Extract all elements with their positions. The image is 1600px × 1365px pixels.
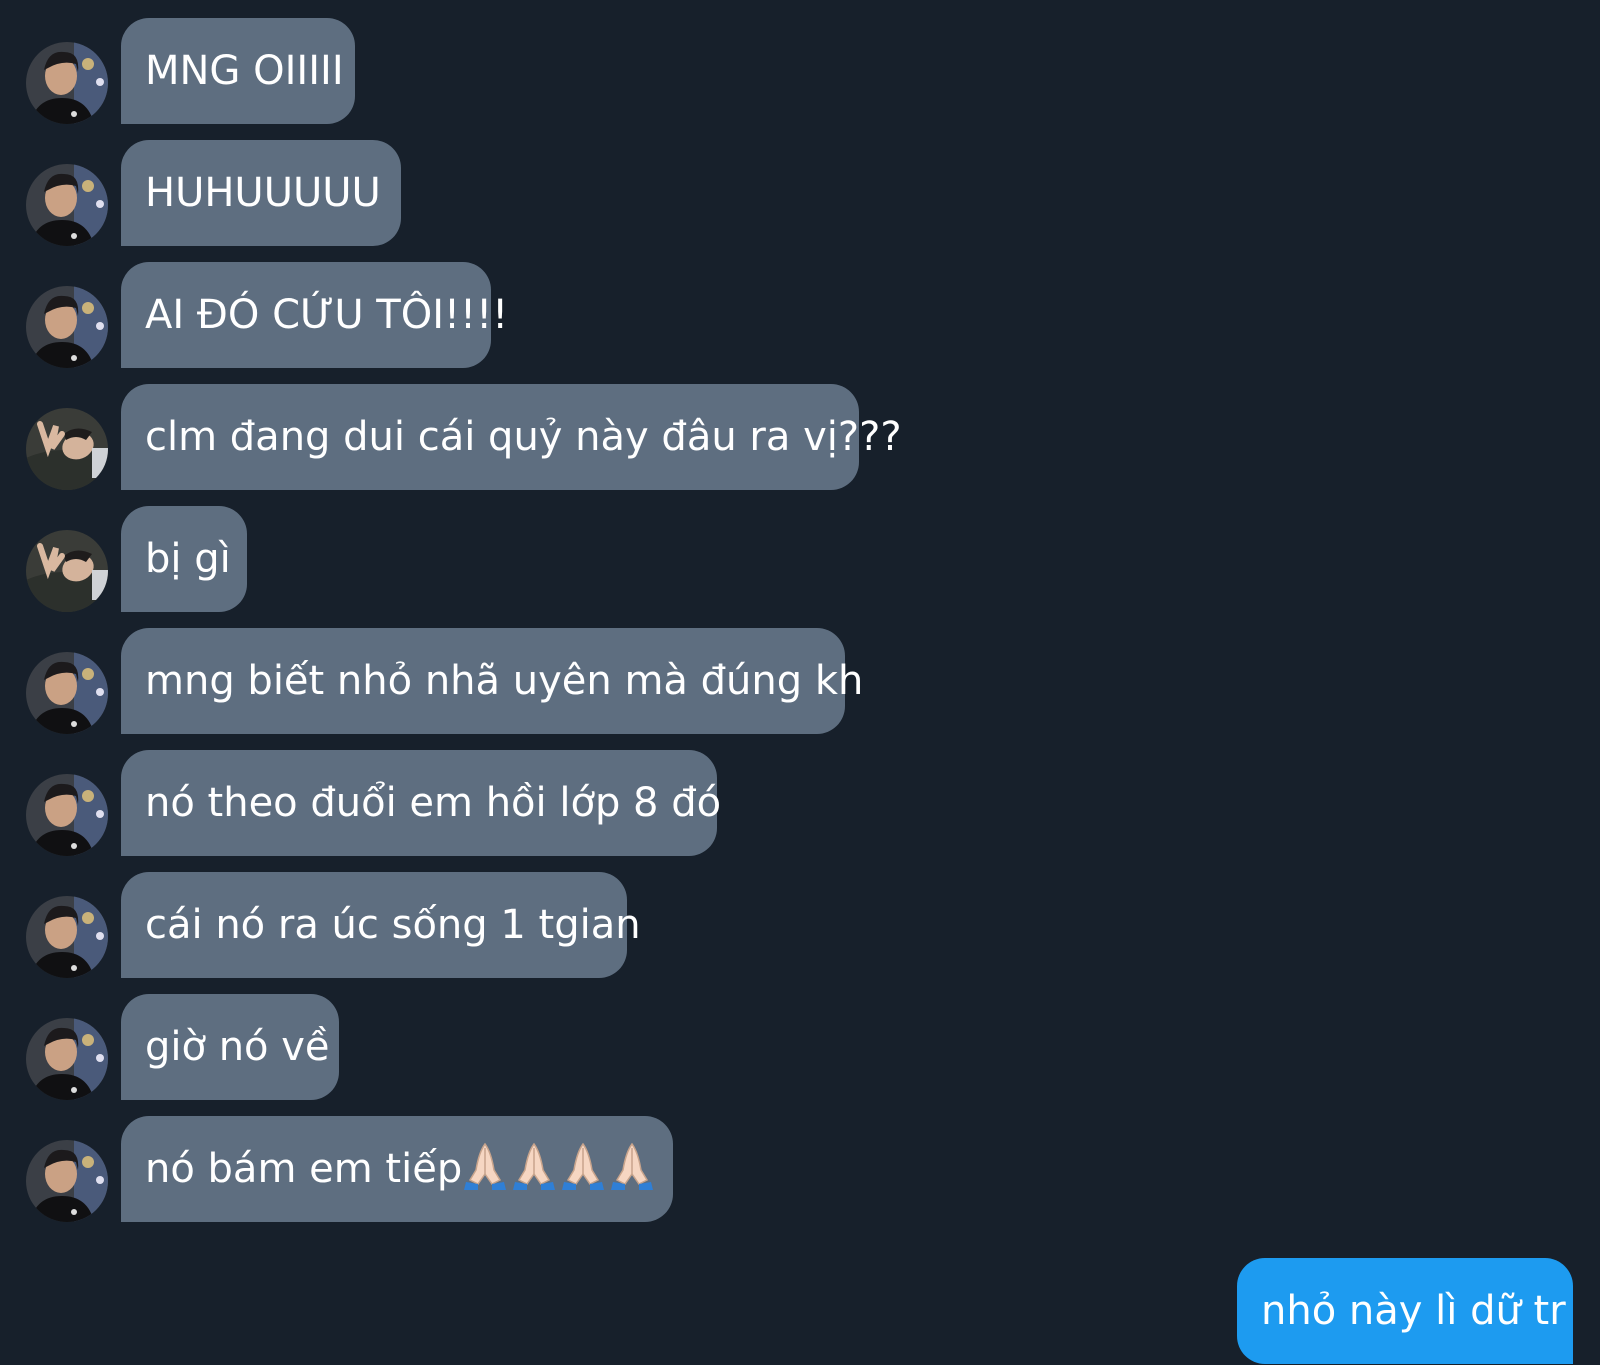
message-bubble[interactable]: cái nó ra úc sống 1 tgian bbox=[121, 872, 641, 978]
message-text: nó bám em tiếp bbox=[145, 1146, 463, 1192]
message-bubble-outgoing[interactable]: nhỏ này lì dữ tr bbox=[1237, 1258, 1573, 1364]
message-row: AI ĐÓ CỨU TÔI!!!! bbox=[0, 262, 1600, 368]
avatar[interactable] bbox=[26, 774, 108, 856]
avatar[interactable] bbox=[26, 1018, 108, 1100]
conversation-view: MNG OIIIII HUHUUUUU AI ĐÓ CỨU TÔI!!!! cl… bbox=[0, 0, 1600, 1365]
folded-hands-icon bbox=[609, 1140, 655, 1190]
avatar[interactable] bbox=[26, 408, 108, 490]
message-bubble[interactable]: mng biết nhỏ nhã uyên mà đúng kh bbox=[121, 628, 863, 734]
message-row: mng biết nhỏ nhã uyên mà đúng kh bbox=[0, 628, 1600, 734]
message-bubble[interactable]: HUHUUUUU bbox=[121, 140, 401, 246]
message-row: giờ nó về bbox=[0, 994, 1600, 1100]
message-bubble[interactable]: nó theo đuổi em hồi lớp 8 đó bbox=[121, 750, 721, 856]
message-row: nó theo đuổi em hồi lớp 8 đó bbox=[0, 750, 1600, 856]
avatar[interactable] bbox=[26, 164, 108, 246]
message-bubble[interactable]: giờ nó về bbox=[121, 994, 339, 1100]
message-bubble[interactable]: AI ĐÓ CỨU TÔI!!!! bbox=[121, 262, 508, 368]
avatar[interactable] bbox=[26, 896, 108, 978]
folded-hands-icon bbox=[511, 1140, 557, 1190]
message-row: HUHUUUUU bbox=[0, 140, 1600, 246]
avatar[interactable] bbox=[26, 286, 108, 368]
folded-hands-icon bbox=[560, 1140, 606, 1190]
avatar[interactable] bbox=[26, 42, 108, 124]
folded-hands-icon bbox=[462, 1140, 508, 1190]
avatar[interactable] bbox=[26, 1140, 108, 1222]
message-bubble[interactable]: nó bám em tiếp bbox=[121, 1116, 673, 1222]
avatar[interactable] bbox=[26, 530, 108, 612]
message-row: MNG OIIIII bbox=[0, 18, 1600, 124]
message-row: clm đang dui cái quỷ này đâu ra vị??? bbox=[0, 384, 1600, 490]
avatar[interactable] bbox=[26, 652, 108, 734]
message-bubble[interactable]: MNG OIIIII bbox=[121, 18, 355, 124]
message-row-outgoing: nhỏ này lì dữ tr bbox=[0, 1258, 1600, 1364]
message-bubble[interactable]: bị gì bbox=[121, 506, 247, 612]
message-row: nó bám em tiếp bbox=[0, 1116, 1600, 1222]
message-row: cái nó ra úc sống 1 tgian bbox=[0, 872, 1600, 978]
message-bubble[interactable]: clm đang dui cái quỷ này đâu ra vị??? bbox=[121, 384, 902, 490]
message-row: bị gì bbox=[0, 506, 1600, 612]
